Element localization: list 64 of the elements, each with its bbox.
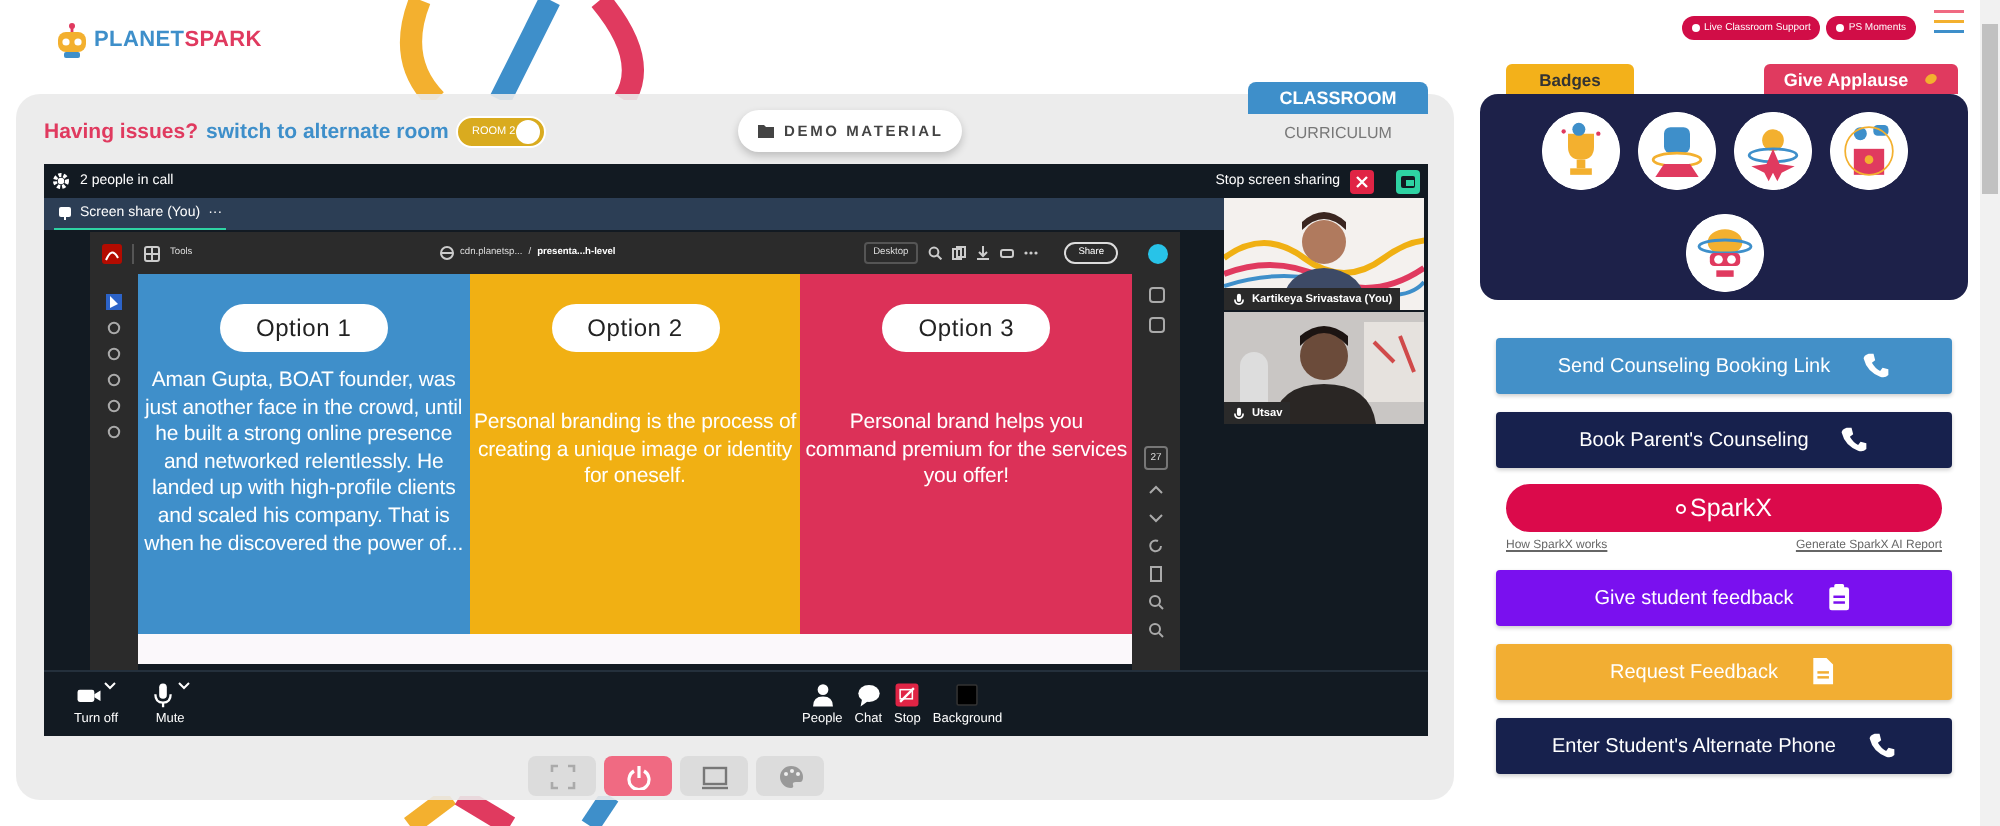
page-icon[interactable] (1148, 566, 1164, 582)
phone-icon (1868, 732, 1896, 760)
action-button[interactable]: Enter Student's Alternate Phone (1496, 718, 1952, 774)
monitor-icon (701, 763, 727, 789)
settings-icon[interactable] (52, 172, 70, 190)
logo-text: PLANETSPARK (94, 27, 262, 51)
room-switch-text: Having issues? switch to alternate room (44, 119, 449, 143)
search-icon[interactable] (928, 246, 943, 260)
pointer-icon[interactable] (106, 294, 122, 310)
microphone-icon (1232, 289, 1246, 309)
screen-button[interactable] (680, 756, 748, 796)
rotate-icon[interactable] (1148, 538, 1164, 554)
menu-icon[interactable] (1934, 10, 1964, 34)
sparkx-button[interactable]: SparkX (1506, 484, 1942, 532)
trophy-badge-icon[interactable] (1541, 112, 1619, 190)
caret-icon (178, 682, 191, 690)
caret-down-icon[interactable] (1148, 510, 1164, 526)
pdf-icon[interactable] (102, 243, 122, 263)
palette-icon (777, 763, 803, 789)
download-icon[interactable] (976, 246, 991, 260)
option-label: Option 1 (219, 304, 388, 352)
people-icon (809, 682, 836, 708)
zoom-out-icon[interactable] (1148, 622, 1164, 638)
globe-icon (440, 246, 455, 260)
copy-icon[interactable] (952, 246, 967, 260)
expand-icon (549, 763, 575, 789)
avatar-icon[interactable] (1148, 243, 1168, 263)
power-icon (625, 763, 651, 789)
microphone-icon (1232, 403, 1246, 423)
option-text: Personal branding is the process of creating a unique image or identity for oneself. (473, 410, 797, 492)
view-tab[interactable]: CLASSROOM (1248, 81, 1428, 113)
phone-icon (1862, 352, 1891, 380)
option-text: Aman Gupta, BOAT founder, was just another face in the crowd, until he built a strong online presence and networked relentlessly. He landed up with high-profile clients and scaled his company. That is when he discovered the power of... (142, 368, 466, 559)
star-badge-icon[interactable] (1733, 112, 1811, 190)
presentation-icon (58, 206, 72, 220)
stop-sharing-icon (894, 682, 921, 708)
caret-up-icon[interactable] (1148, 482, 1164, 498)
background-icon (954, 682, 981, 708)
tools-icon[interactable] (144, 245, 160, 261)
phone-icon (1840, 426, 1869, 454)
action-button[interactable]: Book Parent's Counseling (1496, 412, 1952, 468)
close-icon (1356, 175, 1368, 187)
clap-icon (1924, 72, 1939, 86)
give-applause-button[interactable]: Give Applause (1764, 64, 1958, 94)
document-icon (1809, 658, 1838, 686)
zoom-in-icon[interactable] (1148, 594, 1164, 610)
scrollbar[interactable] (1980, 0, 2000, 826)
option-label: Option 2 (551, 304, 719, 352)
view-tab[interactable]: CURRICULUM (1248, 117, 1428, 149)
close-button[interactable] (1350, 169, 1374, 193)
clipboard-icon (1825, 584, 1854, 612)
screen-share-icon (1400, 173, 1416, 189)
caret-icon (104, 682, 117, 690)
chat-icon (855, 682, 882, 708)
option-label: Option 3 (882, 304, 1051, 352)
power-button[interactable] (604, 756, 672, 796)
badges-tab[interactable]: Badges (1506, 64, 1634, 94)
robot-logo-icon (56, 21, 88, 57)
share-screen-button[interactable] (1396, 169, 1420, 193)
option-text: Personal brand helps you command premium for the services you offer! (804, 410, 1129, 492)
feedback-button[interactable]: Give student feedback (1496, 570, 1952, 626)
mic-icon (150, 682, 177, 708)
more-icon[interactable] (1024, 250, 1039, 256)
folder-icon (758, 124, 775, 138)
